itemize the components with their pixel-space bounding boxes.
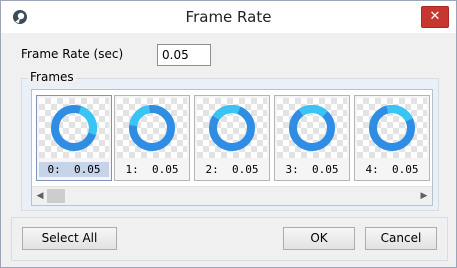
frame-caption: 0: 0.05 [39,162,109,177]
cancel-button[interactable]: Cancel [365,227,437,250]
frame-rate-dialog: Frame Rate ✕ Frame Rate (sec) Frames 0: … [0,0,457,268]
spinner-ring-icon [289,105,335,151]
spinner-ring-icon [129,105,175,151]
frame-thumbnail [357,98,427,158]
scroll-thumb[interactable] [47,189,65,203]
scroll-right-icon[interactable]: ▶ [417,189,431,203]
close-button[interactable]: ✕ [421,6,449,28]
frame-caption: 1: 0.05 [125,163,179,176]
frame-item[interactable]: 0: 0.05 [36,95,112,181]
frame-caption: 3: 0.05 [285,163,339,176]
frame-caption: 2: 0.05 [205,163,259,176]
horizontal-scrollbar[interactable]: ◀ ▶ [32,186,432,205]
spinner-ring-icon [51,105,97,151]
select-all-button[interactable]: Select All [22,227,117,250]
close-icon: ✕ [429,9,441,24]
frame-thumbnail [39,98,109,158]
ok-button[interactable]: OK [283,227,355,250]
frame-thumbnail [277,98,347,158]
frame-item[interactable]: 2: 0.05 [194,95,270,181]
frame-item[interactable]: 3: 0.05 [274,95,350,181]
frames-group-label: Frames [28,70,76,84]
frame-item[interactable]: 4: 0.05 [354,95,430,181]
window-title: Frame Rate [185,8,272,26]
frame-item[interactable]: 1: 0.05 [114,95,190,181]
spinner-ring-icon [209,105,255,151]
frame-rate-input[interactable] [157,44,211,66]
frames-list: 0: 0.05 1: 0.05 2: 0.05 3: 0.05 4: 0.05 ◀ ▶ [31,89,433,206]
frame-caption: 4: 0.05 [365,163,419,176]
frame-thumbnail [117,98,187,158]
scroll-left-icon[interactable]: ◀ [33,189,47,203]
frame-rate-label: Frame Rate (sec) [21,47,124,61]
title-bar: Frame Rate ✕ [1,1,456,33]
dialog-footer: Select All OK Cancel [11,217,448,261]
frame-thumbnail [197,98,267,158]
frames-group: Frames 0: 0.05 1: 0.05 2: 0.05 3: 0.05 4: 0.… [21,70,439,211]
spinner-ring-icon [369,105,415,151]
